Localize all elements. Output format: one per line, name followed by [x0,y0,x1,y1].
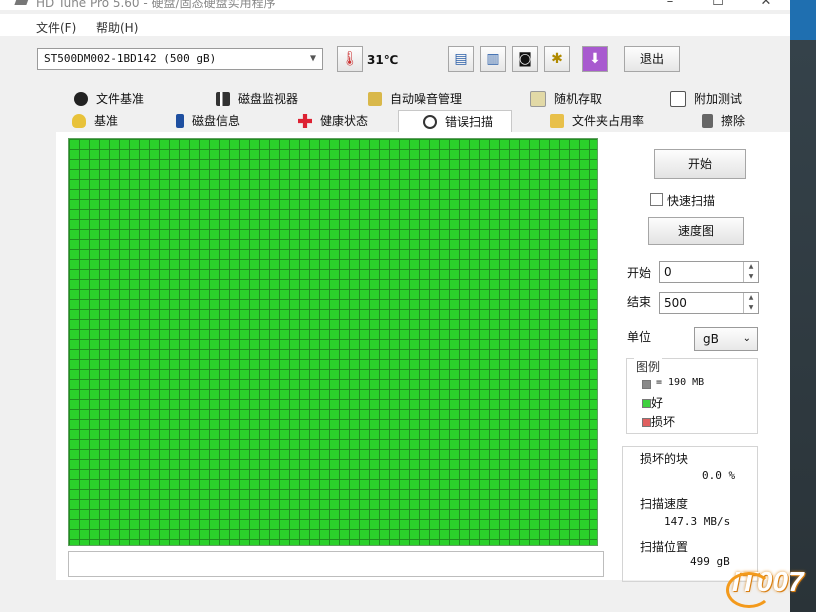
thermometer-icon: 🌡 [341,51,359,67]
copy-icon: ▤ [454,51,468,67]
menu-bar: 文件(F) 帮助(H) [0,14,790,36]
tab-label: 随机存取 [554,92,603,106]
legend-block-size: = 190 MB [656,377,705,388]
drive-select[interactable]: ST500DM002-1BD142 (500 gB) ▼ [37,48,323,70]
tab-label: 文件夹占用率 [572,114,645,128]
spinner-arrows-icon[interactable]: ▲ ▼ [743,293,758,313]
legend-good-label: 好 [651,396,664,410]
tab-label: 磁盘监视器 [238,92,299,106]
app-icon [14,0,30,5]
monitor-icon [216,92,230,106]
spinner-arrows-icon[interactable]: ▲ ▼ [743,262,758,282]
drive-select-value: ST500DM002-1BD142 (500 gB) [44,52,217,65]
trash-icon [702,114,713,128]
temperature-readout: 31℃ [367,53,399,67]
random-access-icon [530,91,546,107]
menu-file[interactable]: 文件(F) [36,19,76,36]
tab-file-benchmark[interactable]: 文件基准 [74,88,144,110]
legend-title: 图例 [634,358,663,375]
tab-label: 错误扫描 [445,115,494,129]
menu-help[interactable]: 帮助(H) [96,19,138,36]
legend-bad-label: 损坏 [651,415,676,429]
magnifier-icon [423,115,437,129]
tab-label: 健康状态 [320,114,369,128]
tab-folder-usage[interactable]: 文件夹占用率 [550,110,644,132]
end-label: 结束 [627,295,652,309]
window-controls: – ☐ ✕ [646,0,790,10]
legend-bad-swatch [642,418,651,427]
quick-scan-checkbox[interactable] [650,193,663,206]
tabs-row-top: 文件基准 磁盘监视器 自动噪音管理 随机存取 附加测试 [60,88,790,110]
watermark-ring-icon [726,572,772,608]
tab-error-scan[interactable]: 错误扫描 [398,110,512,133]
health-cross-icon [298,114,312,128]
download-icon: ⬇ [589,51,601,67]
tabs-row-bottom: 基准 磁盘信息 健康状态 错误扫描 文件夹占用率 擦除 [60,110,790,133]
file-benchmark-icon [74,92,88,106]
hdtune-window: HD Tune Pro 5.60 - 硬盘/固态硬盘实用程序 – ☐ ✕ 文件(… [0,0,790,612]
start-value: 0 [664,265,672,279]
speed-map-button[interactable]: 速度图 [648,217,744,245]
watermark-logo: IT007 [726,566,804,608]
tab-health[interactable]: 健康状态 [298,110,368,132]
legend-good-swatch [642,399,651,408]
start-button[interactable]: 开始 [654,149,746,179]
scan-position-label: 扫描位置 [640,540,689,554]
exit-button[interactable]: 退出 [624,46,680,72]
unit-select[interactable]: gB ⌄ [694,327,758,351]
save-button[interactable]: ⬇ [582,46,608,72]
damaged-blocks-label: 损坏的块 [640,452,689,466]
end-spinner[interactable]: 500 ▲ ▼ [659,292,759,314]
scan-block-grid [68,138,598,546]
copy-all-icon: ▥ [486,51,500,67]
minimize-icon[interactable]: – [646,0,694,10]
tab-label: 基准 [94,114,119,128]
copy-all-button[interactable]: ▥ [480,46,506,72]
window-title: HD Tune Pro 5.60 - 硬盘/固态硬盘实用程序 [36,0,276,10]
unit-label: 单位 [627,330,652,344]
extra-tests-icon [670,91,686,107]
tab-erase[interactable]: 擦除 [702,110,745,132]
copy-text-button[interactable]: ▤ [448,46,474,72]
tab-label: 擦除 [721,114,746,128]
quick-scan-label: 快速扫描 [667,194,716,208]
damaged-blocks-value: 0.0 % [702,469,736,482]
tab-extra-tests[interactable]: 附加测试 [670,88,742,110]
desktop-background [790,0,816,612]
folder-icon [550,114,564,128]
tab-disk-monitor[interactable]: 磁盘监视器 [216,88,298,110]
unit-value: gB [703,332,719,346]
tab-label: 自动噪音管理 [390,92,463,106]
tab-label: 文件基准 [96,92,145,106]
toolbar: ST500DM002-1BD142 (500 gB) ▼ 🌡 31℃ ▤ ▥ ◙… [0,40,790,80]
close-icon[interactable]: ✕ [742,0,790,10]
maximize-icon[interactable]: ☐ [694,0,742,10]
legend-block-swatch [642,380,651,389]
speaker-icon [368,92,382,106]
thermometer-button[interactable]: 🌡 [337,46,363,72]
chevron-down-icon: ⌄ [742,333,751,344]
status-bar [68,551,604,577]
tab-benchmark[interactable]: 基准 [72,110,118,132]
info-icon [176,114,184,128]
chevron-down-icon: ▼ [309,53,316,64]
start-spinner[interactable]: 0 ▲ ▼ [659,261,759,283]
screenshot-button[interactable]: ◙ [512,46,538,72]
tab-random-access[interactable]: 随机存取 [530,88,602,110]
tab-disk-info[interactable]: 磁盘信息 [176,110,240,132]
options-icon: ✱ [551,51,563,67]
scan-speed-value: 147.3 MB/s [664,515,731,528]
scan-position-value: 499 gB [690,555,730,568]
tab-label: 附加测试 [694,92,743,106]
options-button[interactable]: ✱ [544,46,570,72]
scan-speed-label: 扫描速度 [640,497,689,511]
lightbulb-icon [72,114,86,128]
tab-label: 磁盘信息 [192,114,241,128]
end-value: 500 [664,296,687,310]
tab-aam[interactable]: 自动噪音管理 [368,88,462,110]
camera-icon: ◙ [518,51,532,67]
start-label: 开始 [627,266,652,280]
